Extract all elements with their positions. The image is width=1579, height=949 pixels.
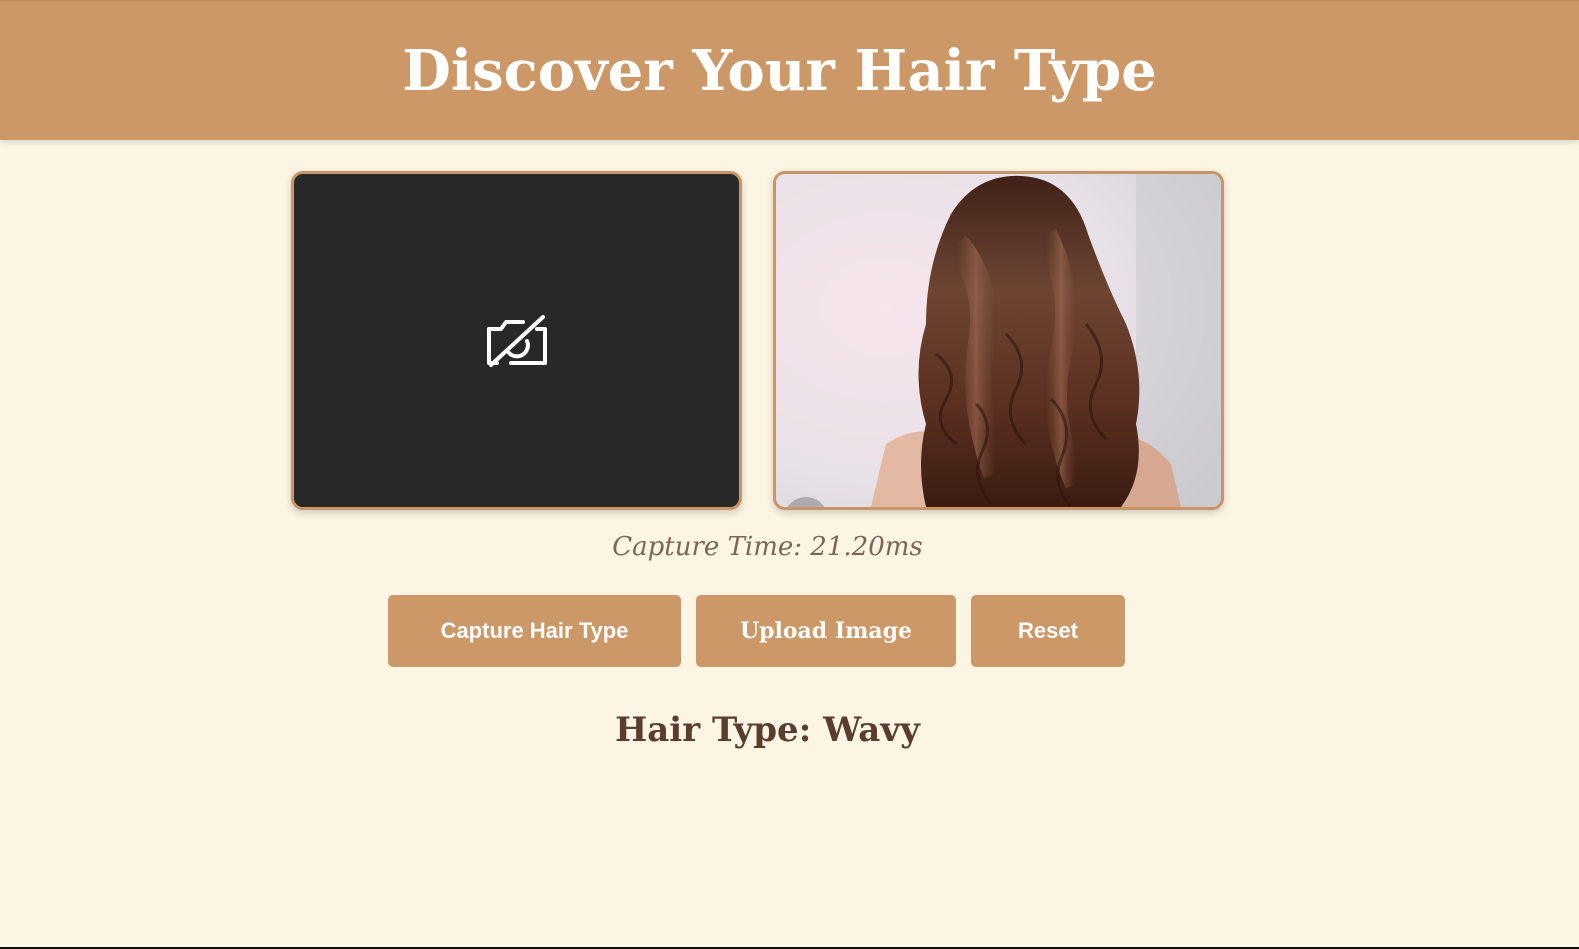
hair-type-result: Hair Type: Wavy: [615, 710, 920, 750]
camera-off-icon: [486, 314, 547, 367]
page-title: Discover Your Hair Type: [402, 37, 1157, 104]
reset-button[interactable]: Reset: [971, 595, 1125, 667]
capture-time-text: Capture Time: 21.20ms: [612, 532, 923, 562]
camera-feed[interactable]: [291, 171, 742, 510]
upload-image-button[interactable]: Upload Image: [696, 595, 956, 667]
capture-hair-type-button[interactable]: Capture Hair Type: [388, 595, 681, 667]
uploaded-image-preview: [773, 171, 1224, 510]
page-header: Discover Your Hair Type: [0, 0, 1579, 140]
hair-image: [776, 174, 1221, 507]
